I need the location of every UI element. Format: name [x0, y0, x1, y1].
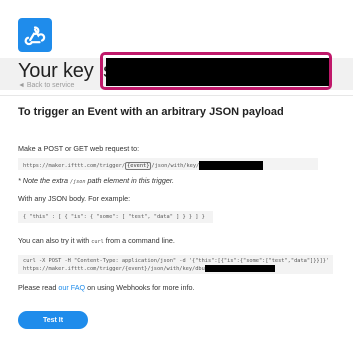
faq-text: Please read our FAQ on using Webhooks fo…	[18, 283, 194, 292]
note-suffix: path element in this trigger.	[85, 176, 174, 185]
key-title: Your key is:	[18, 60, 119, 82]
redacted-url-key	[199, 161, 264, 170]
section-heading: To trigger an Event with an arbitrary JS…	[18, 106, 284, 118]
faq-suffix: on using Webhooks for more info.	[85, 283, 195, 292]
url-event-placeholder: {event}	[125, 162, 152, 170]
redacted-key	[106, 58, 330, 86]
curl-intro-prefix: You can also try it with	[18, 236, 92, 245]
test-it-button[interactable]: Test It	[18, 311, 88, 329]
curl-code-block: curl -X POST -H "Content-Type: applicati…	[18, 255, 333, 274]
redacted-curl-key	[204, 264, 275, 272]
intro-text: Make a POST or GET web request to:	[18, 144, 140, 153]
curl-intro-text: You can also try it with curl from a com…	[18, 236, 175, 245]
curl-intro-code: curl	[91, 239, 104, 245]
url-suffix: /json/with/key/	[151, 163, 200, 169]
url-prefix: https://maker.ifttt.com/trigger/	[23, 163, 126, 169]
json-intro-text: With any JSON body. For example:	[18, 194, 131, 203]
back-to-service-link[interactable]: ◄ Back to service	[18, 82, 74, 89]
webhooks-logo-icon[interactable]	[18, 18, 52, 52]
divider	[0, 95, 353, 96]
curl-line-1: curl -X POST -H "Content-Type: applicati…	[23, 258, 330, 264]
note-prefix: * Note the extra	[18, 176, 70, 185]
faq-link[interactable]: our FAQ	[58, 283, 85, 292]
note-text: * Note the extra /json path element in t…	[18, 176, 174, 185]
curl-line-2-text: https://maker.ifttt.com/trigger/{event}/…	[23, 265, 205, 272]
curl-intro-suffix: from a command line.	[103, 236, 175, 245]
json-example-code: { "this" : [ { "is": { "some": [ "test",…	[18, 211, 213, 223]
note-code: /json	[69, 179, 86, 185]
faq-prefix: Please read	[18, 283, 59, 292]
curl-line-2: https://maker.ifttt.com/trigger/{event}/…	[23, 264, 328, 273]
url-code-block: https://maker.ifttt.com/trigger/{event} /…	[18, 158, 318, 170]
